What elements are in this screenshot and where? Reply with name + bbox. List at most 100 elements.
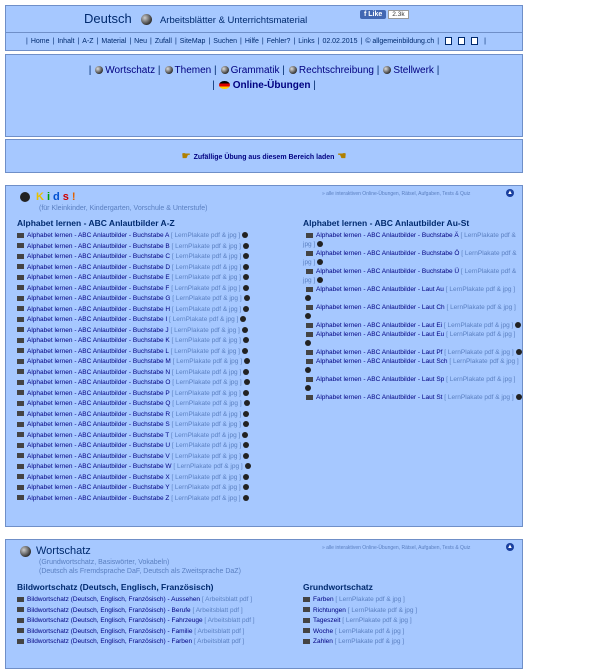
bildwortschatz-item-material-link[interactable]: [ Arbeitsblatt pdf ] [192, 607, 242, 614]
alphabet-item-material-link[interactable]: [ LernPlakate pdf & jpg ] [171, 484, 240, 491]
alphabet-item-material-link[interactable]: [ LernPlakate pdf & jpg ] [171, 232, 240, 239]
alphabet-item-link[interactable]: Alphabet lernen - ABC Anlautbilder - Buc… [27, 306, 170, 313]
alphabet-item-extra-material-link[interactable]: [ LernPlakate pdf & jpg ] [446, 286, 515, 293]
nav-link-11[interactable]: 02.02.2015 [322, 38, 357, 45]
window-icon[interactable] [471, 37, 479, 46]
alphabet-item-link[interactable]: Alphabet lernen - ABC Anlautbilder - Buc… [27, 369, 170, 376]
nav-link-8[interactable]: Hilfe [245, 38, 259, 45]
all-exercises-link[interactable]: » alle interaktiven Online-Übungen, Räts… [322, 191, 470, 197]
nav-link-2[interactable]: A-Z [82, 38, 93, 45]
alphabet-item-extra-link[interactable]: Alphabet lernen - ABC Anlautbilder - Buc… [316, 268, 459, 275]
alphabet-item-extra-link[interactable]: Alphabet lernen - ABC Anlautbilder - Lau… [316, 376, 444, 383]
alphabet-item-material-link[interactable]: [ LernPlakate pdf & jpg ] [172, 453, 241, 460]
alphabet-item-extra-link[interactable]: Alphabet lernen - ABC Anlautbilder - Lau… [316, 304, 445, 311]
alphabet-item-extra-material-link[interactable]: [ LernPlakate pdf & jpg ] [444, 349, 513, 356]
alphabet-item-link[interactable]: Alphabet lernen - ABC Anlautbilder - Buc… [27, 253, 170, 260]
alphabet-item-extra-link[interactable]: Alphabet lernen - ABC Anlautbilder - Lau… [316, 358, 448, 365]
grundwortschatz-item-link[interactable]: Zahlen [313, 638, 333, 645]
nav-link-12[interactable]: © allgemeinbildung.ch [365, 38, 434, 45]
alphabet-item-material-link[interactable]: [ LernPlakate pdf & jpg ] [172, 295, 241, 302]
alphabet-item-link[interactable]: Alphabet lernen - ABC Anlautbilder - Buc… [27, 264, 170, 271]
grundwortschatz-item-material-link[interactable]: [ LernPlakate pdf & jpg ] [335, 628, 404, 635]
grundwortschatz-item-material-link[interactable]: [ LernPlakate pdf & jpg ] [348, 607, 417, 614]
alphabet-item-link[interactable]: Alphabet lernen - ABC Anlautbilder - Buc… [27, 453, 170, 460]
alphabet-item-extra-material-link[interactable]: [ LernPlakate pdf & jpg ] [446, 376, 515, 383]
alphabet-item-material-link[interactable]: [ LernPlakate pdf & jpg ] [171, 432, 240, 439]
alphabet-item-link[interactable]: Alphabet lernen - ABC Anlautbilder - Buc… [27, 432, 169, 439]
alphabet-item-material-link[interactable]: [ LernPlakate pdf & jpg ] [170, 327, 239, 334]
grundwortschatz-item-link[interactable]: Tageszeit [313, 617, 340, 624]
bildwortschatz-item-material-link[interactable]: [ Arbeitsblatt pdf ] [194, 638, 244, 645]
alphabet-item-material-link[interactable]: [ LernPlakate pdf & jpg ] [172, 411, 241, 418]
alphabet-item-extra-link[interactable]: Alphabet lernen - ABC Anlautbilder - Lau… [316, 331, 444, 338]
bildwortschatz-item-link[interactable]: Bildwortschatz (Deutsch, Englisch, Franz… [27, 638, 192, 645]
alphabet-item-extra-material-link[interactable]: [ LernPlakate pdf & jpg ] [444, 322, 513, 329]
alphabet-item-extra-material-link[interactable]: [ LernPlakate pdf & jpg ] [446, 331, 515, 338]
alphabet-item-extra-link[interactable]: Alphabet lernen - ABC Anlautbilder - Lau… [316, 394, 442, 401]
nav-link-10[interactable]: Links [298, 38, 314, 45]
window-icon[interactable] [458, 37, 466, 46]
alphabet-item-link[interactable]: Alphabet lernen - ABC Anlautbilder - Buc… [27, 495, 169, 502]
alphabet-item-material-link[interactable]: [ LernPlakate pdf & jpg ] [172, 442, 241, 449]
alphabet-item-material-link[interactable]: [ LernPlakate pdf & jpg ] [172, 243, 241, 250]
alphabet-item-extra-link[interactable]: Alphabet lernen - ABC Anlautbilder - Lau… [316, 349, 442, 356]
alphabet-item-material-link[interactable]: [ LernPlakate pdf & jpg ] [171, 285, 240, 292]
random-exercise-link[interactable]: Zufällige Übung aus diesem Bereich laden [194, 154, 335, 161]
category-stellwerk[interactable]: Stellwerk [393, 65, 434, 76]
alphabet-item-material-link[interactable]: [ LernPlakate pdf & jpg ] [173, 463, 242, 470]
alphabet-item-link[interactable]: Alphabet lernen - ABC Anlautbilder - Buc… [27, 348, 169, 355]
alphabet-item-material-link[interactable]: [ LernPlakate pdf & jpg ] [172, 474, 241, 481]
nav-link-9[interactable]: Fehler? [267, 38, 291, 45]
category-rechtschreibung[interactable]: Rechtschreibung [299, 65, 374, 76]
alphabet-item-link[interactable]: Alphabet lernen - ABC Anlautbilder - Buc… [27, 484, 170, 491]
alphabet-item-link[interactable]: Alphabet lernen - ABC Anlautbilder - Buc… [27, 463, 172, 470]
title-text[interactable]: Deutsch [84, 11, 132, 26]
alphabet-item-material-link[interactable]: [ LernPlakate pdf & jpg ] [172, 306, 241, 313]
alphabet-item-material-link[interactable]: [ LernPlakate pdf & jpg ] [169, 316, 238, 323]
alphabet-item-link[interactable]: Alphabet lernen - ABC Anlautbilder - Buc… [27, 285, 169, 292]
alphabet-item-link[interactable]: Alphabet lernen - ABC Anlautbilder - Buc… [27, 327, 169, 334]
alphabet-item-link[interactable]: Alphabet lernen - ABC Anlautbilder - Buc… [27, 390, 170, 397]
alphabet-item-material-link[interactable]: [ LernPlakate pdf & jpg ] [172, 421, 241, 428]
scroll-top-icon[interactable]: ▲ [506, 189, 514, 197]
alphabet-item-material-link[interactable]: [ LernPlakate pdf & jpg ] [172, 369, 241, 376]
alphabet-item-link[interactable]: Alphabet lernen - ABC Anlautbilder - Buc… [27, 316, 167, 323]
alphabet-item-material-link[interactable]: [ LernPlakate pdf & jpg ] [172, 379, 241, 386]
alphabet-item-link[interactable]: Alphabet lernen - ABC Anlautbilder - Buc… [27, 442, 170, 449]
facebook-like[interactable]: f Like 2.3k [360, 10, 409, 22]
grundwortschatz-item-material-link[interactable]: [ LernPlakate pdf & jpg ] [335, 638, 404, 645]
alphabet-item-extra-link[interactable]: Alphabet lernen - ABC Anlautbilder - Buc… [316, 250, 459, 257]
alphabet-item-material-link[interactable]: [ LernPlakate pdf & jpg ] [172, 337, 241, 344]
category-grammatik[interactable]: Grammatik [231, 65, 280, 76]
nav-link-1[interactable]: Inhalt [57, 38, 74, 45]
bildwortschatz-item-link[interactable]: Bildwortschatz (Deutsch, Englisch, Franz… [27, 617, 203, 624]
bildwortschatz-item-material-link[interactable]: [ Arbeitsblatt pdf ] [204, 617, 254, 624]
grundwortschatz-item-link[interactable]: Richtungen [313, 607, 346, 614]
grundwortschatz-item-material-link[interactable]: [ LernPlakate pdf & jpg ] [342, 617, 411, 624]
category-wortschatz[interactable]: Wortschatz [105, 65, 155, 76]
alphabet-item-extra-material-link[interactable]: [ LernPlakate pdf & jpg ] [449, 358, 518, 365]
like-button[interactable]: f Like [360, 10, 387, 19]
alphabet-item-link[interactable]: Alphabet lernen - ABC Anlautbilder - Buc… [27, 358, 171, 365]
alphabet-item-material-link[interactable]: [ LernPlakate pdf & jpg ] [172, 274, 241, 281]
alphabet-item-extra-link[interactable]: Alphabet lernen - ABC Anlautbilder - Lau… [316, 286, 444, 293]
alphabet-item-material-link[interactable]: [ LernPlakate pdf & jpg ] [172, 400, 241, 407]
bildwortschatz-item-link[interactable]: Bildwortschatz (Deutsch, Englisch, Franz… [27, 607, 191, 614]
alphabet-item-link[interactable]: Alphabet lernen - ABC Anlautbilder - Buc… [27, 337, 170, 344]
scroll-top-icon[interactable]: ▲ [506, 543, 514, 551]
alphabet-item-link[interactable]: Alphabet lernen - ABC Anlautbilder - Buc… [27, 379, 170, 386]
category-themen[interactable]: Themen [175, 65, 212, 76]
alphabet-item-extra-material-link[interactable]: [ LernPlakate pdf & jpg ] [446, 304, 515, 311]
alphabet-item-link[interactable]: Alphabet lernen - ABC Anlautbilder - Buc… [27, 474, 170, 481]
alphabet-item-material-link[interactable]: [ LernPlakate pdf & jpg ] [172, 253, 241, 260]
alphabet-item-link[interactable]: Alphabet lernen - ABC Anlautbilder - Buc… [27, 421, 170, 428]
nav-link-3[interactable]: Material [101, 38, 126, 45]
nav-link-4[interactable]: Neu [134, 38, 147, 45]
alphabet-item-link[interactable]: Alphabet lernen - ABC Anlautbilder - Buc… [27, 400, 170, 407]
grundwortschatz-item-link[interactable]: Woche [313, 628, 333, 635]
alphabet-item-link[interactable]: Alphabet lernen - ABC Anlautbilder - Buc… [27, 295, 170, 302]
nav-link-0[interactable]: Home [31, 38, 50, 45]
category-online-uebungen[interactable]: Online-Übungen [233, 80, 311, 91]
alphabet-item-material-link[interactable]: [ LernPlakate pdf & jpg ] [171, 348, 240, 355]
all-exercises-link[interactable]: » alle interaktiven Online-Übungen, Räts… [322, 545, 470, 551]
